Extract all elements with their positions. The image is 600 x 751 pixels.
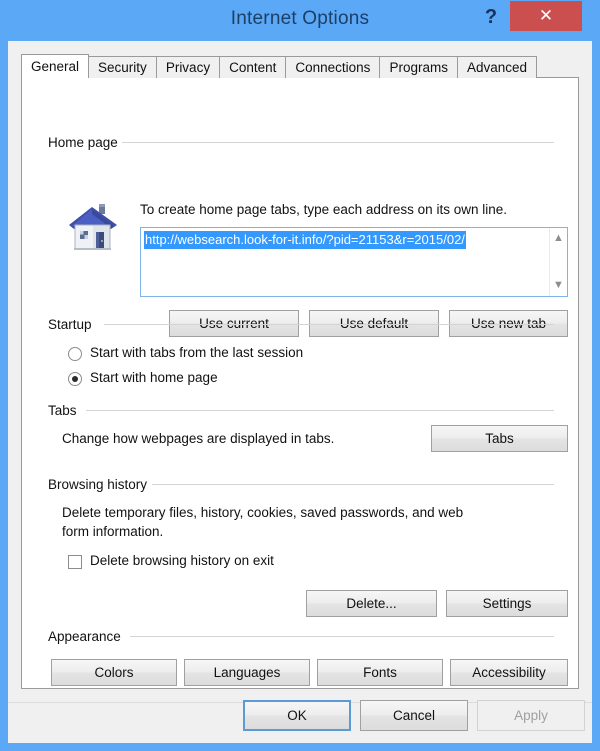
cancel-button[interactable]: Cancel	[360, 700, 468, 731]
tab-privacy[interactable]: Privacy	[155, 56, 221, 78]
fonts-button[interactable]: Fonts	[317, 659, 443, 686]
scroll-up-icon[interactable]: ▲	[550, 230, 567, 247]
browsing-history-group-label: Browsing history	[48, 477, 155, 492]
appearance-group-rule	[130, 636, 554, 637]
tab-general[interactable]: General	[21, 54, 90, 78]
ok-button[interactable]: OK	[243, 700, 351, 731]
accessibility-button[interactable]: Accessibility	[450, 659, 568, 686]
scroll-down-icon[interactable]: ▼	[550, 277, 567, 294]
tabs-group-rule	[86, 410, 554, 411]
title-bar: Internet Options ? ✕	[0, 0, 600, 41]
tab-advanced[interactable]: Advanced	[456, 56, 537, 78]
settings-button[interactable]: Settings	[446, 590, 568, 617]
startup-group-rule	[104, 324, 554, 325]
home-page-group-label: Home page	[48, 135, 125, 150]
dialog-body: General Security Privacy Content Connect…	[8, 41, 592, 743]
tabs-description: Change how webpages are displayed in tab…	[62, 431, 335, 446]
radio-start-with-tabs-label: Start with tabs from the last session	[90, 345, 304, 360]
home-page-description: To create home page tabs, type each addr…	[140, 202, 507, 217]
browsing-history-group-rule	[152, 484, 554, 485]
home-page-url-value: http://websearch.look-for-it.info/?pid=2…	[144, 231, 466, 249]
internet-options-window: Internet Options ? ✕ General Security Pr…	[0, 0, 600, 751]
delete-button[interactable]: Delete...	[306, 590, 437, 617]
tab-programs[interactable]: Programs	[379, 56, 458, 78]
tab-connections[interactable]: Connections	[285, 56, 381, 78]
startup-group-label: Startup	[48, 317, 99, 332]
tab-content[interactable]: Content	[219, 56, 287, 78]
appearance-group-label: Appearance	[48, 629, 128, 644]
languages-button[interactable]: Languages	[184, 659, 310, 686]
radio-start-with-home-page[interactable]	[68, 372, 82, 386]
help-icon[interactable]: ?	[474, 2, 508, 32]
home-page-group-rule	[122, 142, 554, 143]
tabs-button[interactable]: Tabs	[431, 425, 568, 452]
browsing-history-description-line1: Delete temporary files, history, cookies…	[62, 505, 464, 520]
tabs-group-label: Tabs	[48, 403, 84, 418]
tab-security[interactable]: Security	[88, 56, 157, 78]
close-icon[interactable]: ✕	[510, 1, 582, 31]
home-page-url-input[interactable]: http://websearch.look-for-it.info/?pid=2…	[140, 227, 568, 297]
tab-strip: General Security Privacy Content Connect…	[21, 54, 537, 78]
radio-start-with-tabs[interactable]	[68, 347, 82, 361]
radio-start-with-home-page-label: Start with home page	[90, 370, 218, 385]
browsing-history-description-line2: form information.	[62, 524, 164, 539]
general-tab-panel: Home page To create home page tabs, type…	[21, 77, 579, 689]
colors-button[interactable]: Colors	[51, 659, 177, 686]
apply-button: Apply	[477, 700, 585, 731]
delete-browsing-history-on-exit-checkbox[interactable]	[68, 555, 82, 569]
home-page-url-scrollbar[interactable]: ▲ ▼	[549, 228, 567, 296]
delete-browsing-history-on-exit-label: Delete browsing history on exit	[90, 553, 274, 568]
home-page-icon	[65, 200, 123, 256]
